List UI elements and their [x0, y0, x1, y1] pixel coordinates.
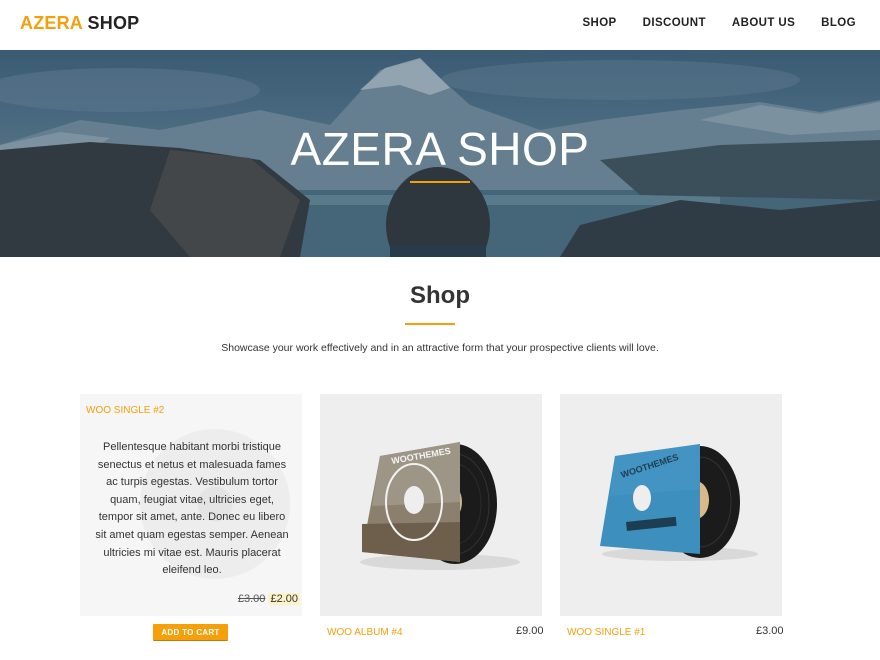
- section-subtitle: Showcase your work effectively and in an…: [221, 342, 659, 354]
- nav-blog[interactable]: BLOG: [821, 17, 856, 29]
- product-category[interactable]: WOO SINGLE #2: [86, 405, 164, 416]
- vinyl-album-image: WOOTHEMES: [360, 442, 520, 570]
- old-price: £3.00: [237, 593, 266, 605]
- product-description: Pellentesque habitant morbi tristique se…: [95, 441, 289, 577]
- nav-shop[interactable]: SHOP: [582, 17, 616, 29]
- product-price: £3.00: [756, 625, 784, 637]
- logo-accent: AZERA: [20, 13, 83, 33]
- product-category[interactable]: WOO SINGLE #1: [567, 627, 645, 638]
- hero-title: AZERA SHOP: [290, 123, 590, 175]
- logo-dark: SHOP: [87, 13, 140, 33]
- product-price: £9.00: [516, 625, 544, 637]
- product-category[interactable]: WOO ALBUM #4: [327, 627, 403, 638]
- nav-about-us[interactable]: ABOUT US: [732, 17, 795, 29]
- nav-discount[interactable]: DISCOUNT: [643, 17, 706, 29]
- main-nav: SHOP DISCOUNT ABOUT US BLOG: [582, 17, 856, 29]
- product-price: £3.00 £2.00: [238, 593, 300, 605]
- product-card-woo-single-2[interactable]: WOO SINGLE #2 Pellentesque habitant morb…: [80, 394, 302, 616]
- section-divider: [405, 323, 455, 325]
- site-header: AZERA SHOP SHOP DISCOUNT ABOUT US BLOG: [0, 0, 880, 50]
- site-logo[interactable]: AZERA SHOP: [20, 13, 139, 34]
- hero-divider: [410, 181, 470, 183]
- product-card-woo-single-1[interactable]: WOOTHEMES: [560, 394, 782, 616]
- hero-banner: AZERA SHOP: [0, 50, 880, 257]
- add-to-cart-button[interactable]: ADD TO CART: [153, 624, 228, 640]
- product-card-woo-album-4[interactable]: WOOTHEMES: [320, 394, 542, 616]
- sale-price: £2.00: [268, 593, 300, 605]
- vinyl-single-image: WOOTHEMES: [600, 444, 758, 561]
- section-title: Shop: [410, 282, 470, 309]
